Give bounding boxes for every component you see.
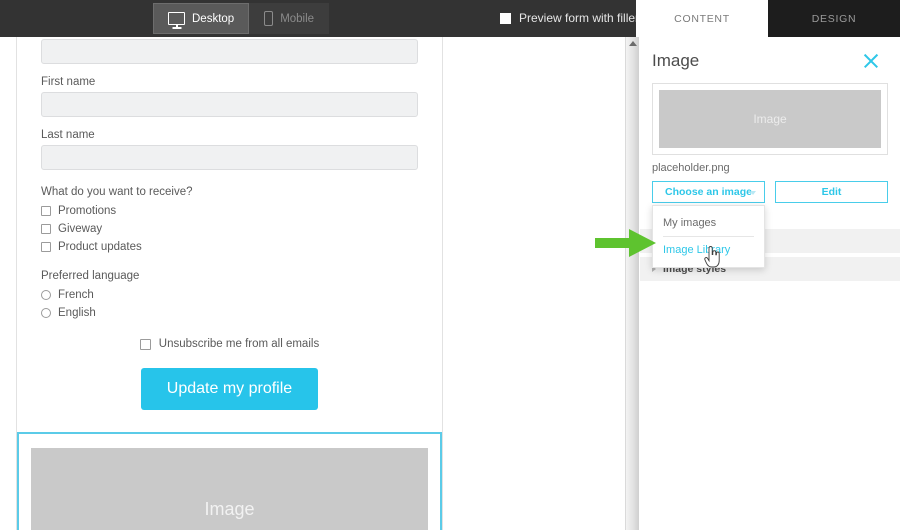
radio-circle (41, 290, 51, 300)
radio-option-english[interactable]: English (41, 306, 418, 320)
top-toolbar: Desktop Mobile Preview form with filler … (0, 0, 900, 37)
update-profile-button[interactable]: Update my profile (141, 368, 318, 410)
checkbox-box (41, 206, 51, 216)
text-input-cut-off[interactable] (41, 39, 418, 64)
device-button-desktop-label: Desktop (192, 13, 234, 25)
edit-image-button[interactable]: Edit (775, 181, 888, 203)
image-preview-card: Image (652, 83, 888, 155)
checkbox-box (140, 339, 151, 350)
dropdown-item-my-images[interactable]: My images (653, 212, 764, 234)
image-filename: placeholder.png (652, 162, 888, 174)
canvas-scrollbar[interactable] (625, 37, 639, 530)
radio-option-label: English (58, 307, 96, 319)
sidebar-title: Image (652, 51, 699, 71)
form-field-last-name: Last name (41, 129, 418, 170)
dropdown-item-label: Image Library (663, 244, 730, 256)
checkbox-group-title: What do you want to receive? (41, 186, 418, 198)
image-settings-sidebar: Image Image placeholder.png Choose an im… (640, 37, 900, 530)
dropdown-item-label: My images (663, 217, 716, 229)
tab-design-label: DESIGN (812, 13, 856, 25)
unsubscribe-label: Unsubscribe me from all emails (159, 338, 319, 350)
checkbox-box (41, 224, 51, 234)
first-name-label: First name (41, 76, 418, 88)
checkbox-option-promotions[interactable]: Promotions (41, 204, 418, 218)
first-name-input[interactable] (41, 92, 418, 117)
checkbox-option-product-updates[interactable]: Product updates (41, 240, 418, 254)
dropdown-separator (663, 236, 754, 237)
image-preview-placeholder: Image (659, 90, 881, 148)
form-panel: First name Last name What do you want to… (16, 37, 443, 530)
image-action-buttons: Choose an image Edit (652, 181, 888, 203)
checkbox-box (500, 13, 511, 24)
last-name-input[interactable] (41, 145, 418, 170)
scroll-up-arrow-icon[interactable] (629, 41, 637, 46)
monitor-icon (168, 12, 185, 25)
choose-an-image-dropdown: My images Image Library (652, 205, 765, 268)
app-root: Desktop Mobile Preview form with filler … (0, 0, 900, 530)
choose-an-image-button[interactable]: Choose an image (652, 181, 765, 203)
close-icon[interactable] (862, 52, 880, 70)
device-button-mobile[interactable]: Mobile (249, 3, 329, 34)
panel-tabs: CONTENT DESIGN (636, 0, 900, 37)
checkbox-group: What do you want to receive? Promotions … (41, 186, 418, 254)
device-preview-toggle: Desktop Mobile (153, 3, 329, 34)
radio-group-title: Preferred language (41, 270, 418, 282)
form-field-first-name: First name (41, 76, 418, 117)
checkbox-option-label: Promotions (58, 205, 116, 217)
last-name-label: Last name (41, 129, 418, 141)
image-placeholder: Image (31, 448, 428, 530)
checkbox-option-giveway[interactable]: Giveway (41, 222, 418, 236)
phone-icon (264, 11, 273, 26)
checkbox-option-label: Product updates (58, 241, 142, 253)
checkbox-option-label: Giveway (58, 223, 102, 235)
radio-circle (41, 308, 51, 318)
tab-content[interactable]: CONTENT (636, 0, 768, 37)
unsubscribe-checkbox[interactable]: Unsubscribe me from all emails (41, 338, 418, 350)
checkbox-box (41, 242, 51, 252)
submit-button-wrap: Update my profile (41, 368, 418, 410)
radio-option-label: French (58, 289, 94, 301)
sidebar-header: Image (640, 37, 900, 77)
radio-option-french[interactable]: French (41, 288, 418, 302)
form-field-cut-off (41, 39, 418, 64)
tab-content-label: CONTENT (674, 13, 730, 25)
image-content-block[interactable]: Image (17, 432, 442, 530)
form-preview-canvas: First name Last name What do you want to… (0, 37, 622, 530)
choose-an-image-label: Choose an image (665, 186, 752, 198)
edit-image-label: Edit (822, 186, 842, 198)
radio-group: Preferred language French English (41, 270, 418, 320)
device-button-mobile-label: Mobile (280, 13, 314, 25)
dropdown-item-image-library[interactable]: Image Library (653, 239, 764, 261)
tab-design[interactable]: DESIGN (768, 0, 900, 37)
chevron-down-icon (750, 191, 756, 195)
device-button-desktop[interactable]: Desktop (153, 3, 249, 34)
